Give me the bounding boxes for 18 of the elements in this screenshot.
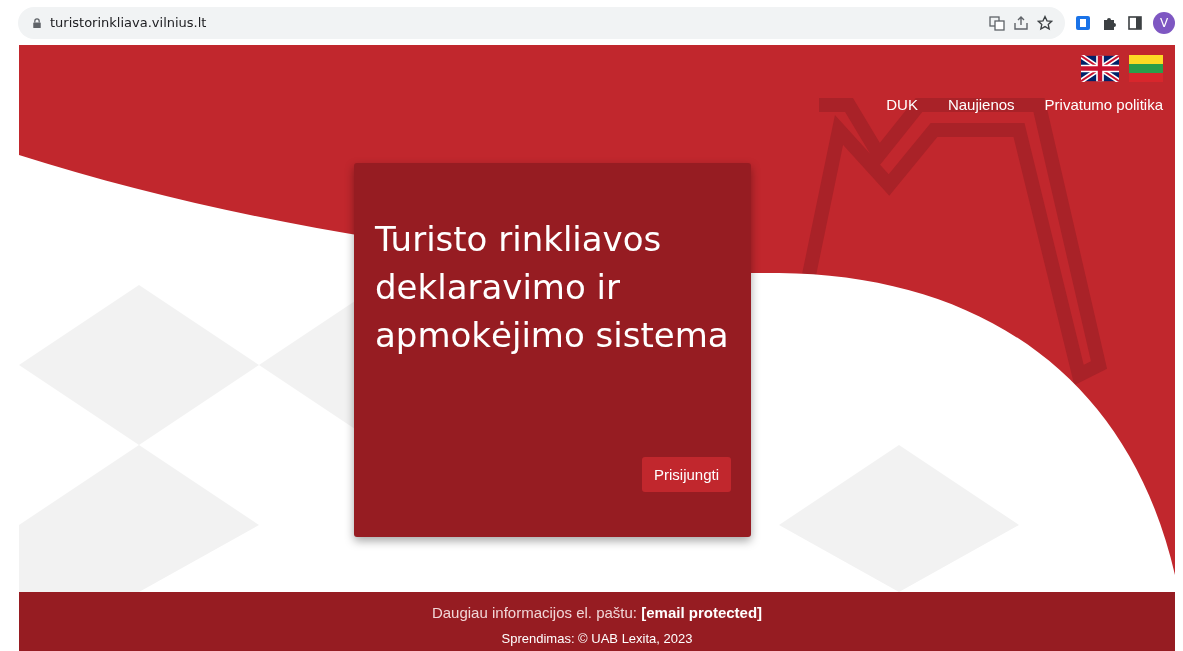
share-icon[interactable]: [1013, 14, 1029, 31]
side-panel-icon[interactable]: [1127, 14, 1143, 31]
nav-link[interactable]: Naujienos: [947, 96, 1015, 113]
login-button[interactable]: Prisijungti: [641, 457, 731, 492]
star-icon[interactable]: [1037, 14, 1053, 31]
translate-icon[interactable]: [989, 14, 1005, 31]
credit-text: Sprendimas: © UAB Lexita, 2023: [501, 631, 693, 646]
lock-icon: [32, 16, 42, 29]
extension-icon[interactable]: [1075, 14, 1091, 31]
address-bar[interactable]: turistorinkliava.vilnius.lt: [18, 6, 1065, 39]
card-title: Turisto rinkliavos deklaravimo ir apmokėjimo sistema: [375, 218, 730, 357]
url-text: turistorinkliava.vilnius.lt: [50, 15, 208, 30]
nav-link[interactable]: Privatumo politika: [1044, 96, 1163, 113]
nav-link[interactable]: DUK: [886, 96, 918, 113]
profile-avatar[interactable]: V: [1153, 11, 1175, 34]
lithuania-flag-icon[interactable]: [1129, 55, 1163, 82]
contact-text: Daugiau informacijos el. paštu: [email protected]: [431, 604, 763, 621]
uk-flag-icon[interactable]: [1081, 55, 1119, 82]
